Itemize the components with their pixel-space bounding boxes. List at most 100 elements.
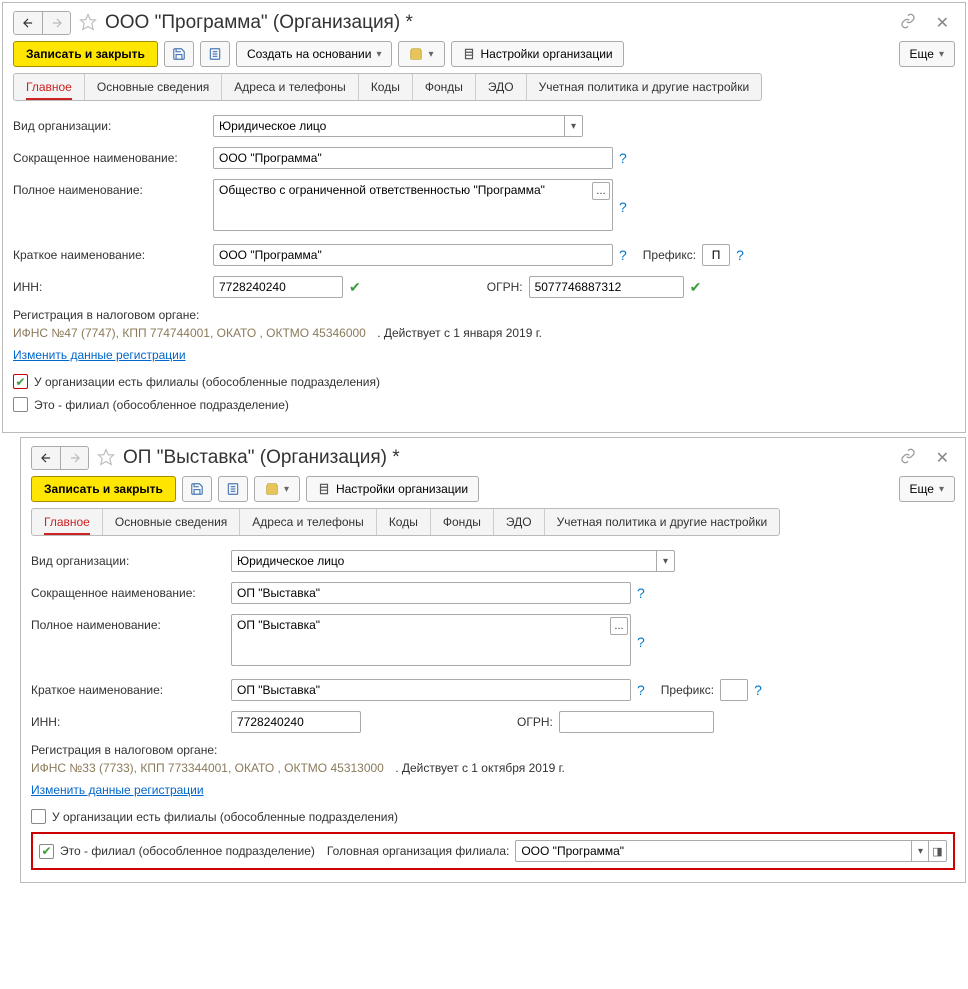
help-icon[interactable]: ? xyxy=(637,585,645,601)
list-button[interactable] xyxy=(218,476,248,502)
back-button[interactable] xyxy=(32,447,60,469)
tab-basic-info[interactable]: Основные сведения xyxy=(103,509,240,535)
has-branches-checkbox[interactable] xyxy=(31,809,46,824)
tab-accounting-policy[interactable]: Учетная политика и другие настройки xyxy=(527,74,762,100)
brief-name-input[interactable] xyxy=(231,679,631,701)
help-icon[interactable]: ? xyxy=(619,199,627,215)
chevron-down-icon[interactable]: ▾ xyxy=(656,551,674,571)
prefix-input[interactable] xyxy=(720,679,748,701)
short-name-input[interactable] xyxy=(231,582,631,604)
save-button[interactable] xyxy=(182,476,212,502)
check-icon: ✔ xyxy=(690,279,702,296)
brief-name-label: Краткое наименование: xyxy=(13,244,213,262)
is-branch-checkbox[interactable]: ✔ xyxy=(39,844,54,859)
org-type-select[interactable]: ▾ xyxy=(231,550,675,572)
inn-label: ИНН: xyxy=(31,711,231,729)
attach-button[interactable]: ▾ xyxy=(398,41,444,67)
tab-accounting-policy[interactable]: Учетная политика и другие настройки xyxy=(545,509,780,535)
change-registration-link[interactable]: Изменить данные регистрации xyxy=(31,783,204,797)
org-settings-button[interactable]: Настройки организации xyxy=(451,41,624,67)
save-and-close-button[interactable]: Записать и закрыть xyxy=(31,476,176,502)
org-type-input[interactable] xyxy=(219,119,560,133)
brief-name-input[interactable] xyxy=(213,244,613,266)
forward-button[interactable] xyxy=(42,12,70,34)
chevron-down-icon[interactable]: ▾ xyxy=(911,841,929,861)
full-name-textarea[interactable] xyxy=(231,614,631,666)
tax-reg-date: . Действует с 1 января 2019 г. xyxy=(377,326,542,340)
org-settings-button[interactable]: Настройки организации xyxy=(306,476,479,502)
parent-org-input[interactable] xyxy=(521,844,907,858)
help-icon[interactable]: ? xyxy=(637,634,645,650)
full-name-textarea[interactable] xyxy=(213,179,613,231)
inn-label: ИНН: xyxy=(13,276,213,294)
change-registration-link[interactable]: Изменить данные регистрации xyxy=(13,348,186,362)
help-icon[interactable]: ? xyxy=(754,682,762,698)
star-icon[interactable] xyxy=(97,448,115,469)
titlebar: ООО "Программа" (Организация) * ✕ xyxy=(13,11,955,35)
full-name-label: Полное наименование: xyxy=(31,614,231,632)
inn-input[interactable] xyxy=(231,711,361,733)
save-button[interactable] xyxy=(164,41,194,67)
window-organization-2: ОП "Выставка" (Организация) * ✕ Записать… xyxy=(20,437,966,883)
tab-codes[interactable]: Коды xyxy=(377,509,431,535)
link-icon[interactable] xyxy=(900,13,916,34)
more-button[interactable]: Еще▾ xyxy=(899,41,955,67)
forward-button[interactable] xyxy=(60,447,88,469)
tab-funds[interactable]: Фонды xyxy=(431,509,494,535)
is-branch-label: Это - филиал (обособленное подразделение… xyxy=(34,398,289,412)
short-name-label: Сокращенное наименование: xyxy=(31,582,231,600)
open-icon[interactable]: ◨ xyxy=(928,841,946,861)
org-type-select[interactable]: ▾ xyxy=(213,115,583,137)
list-button[interactable] xyxy=(200,41,230,67)
tab-edo[interactable]: ЭДО xyxy=(494,509,545,535)
help-icon[interactable]: ? xyxy=(619,150,627,166)
window-organization-1: ООО "Программа" (Организация) * ✕ Записа… xyxy=(2,2,966,433)
star-icon[interactable] xyxy=(79,13,97,34)
ogrn-input[interactable] xyxy=(529,276,684,298)
branch-row-highlighted: ✔ Это - филиал (обособленное подразделен… xyxy=(31,832,955,870)
is-branch-checkbox[interactable] xyxy=(13,397,28,412)
is-branch-label: Это - филиал (обособленное подразделение… xyxy=(60,844,315,858)
has-branches-label: У организации есть филиалы (обособленные… xyxy=(34,375,380,389)
prefix-label: Префикс: xyxy=(661,683,714,697)
ogrn-input[interactable] xyxy=(559,711,714,733)
prefix-label: Префикс: xyxy=(643,248,696,262)
link-icon[interactable] xyxy=(900,448,916,469)
ellipsis-button[interactable]: ... xyxy=(592,182,610,200)
toolbar: Записать и закрыть Создать на основании▾… xyxy=(13,41,955,67)
chevron-down-icon[interactable]: ▾ xyxy=(564,116,582,136)
tab-main[interactable]: Главное xyxy=(32,509,103,535)
help-icon[interactable]: ? xyxy=(637,682,645,698)
tab-addresses[interactable]: Адреса и телефоны xyxy=(222,74,359,100)
tax-reg-date: . Действует с 1 октября 2019 г. xyxy=(395,761,565,775)
help-icon[interactable]: ? xyxy=(619,247,627,263)
tab-addresses[interactable]: Адреса и телефоны xyxy=(240,509,377,535)
short-name-input[interactable] xyxy=(213,147,613,169)
ogrn-label: ОГРН: xyxy=(517,715,553,729)
close-button[interactable]: ✕ xyxy=(930,12,955,34)
tab-basic-info[interactable]: Основные сведения xyxy=(85,74,222,100)
tab-edo[interactable]: ЭДО xyxy=(476,74,527,100)
org-type-input[interactable] xyxy=(237,554,652,568)
window-controls: ✕ xyxy=(900,12,955,34)
prefix-input[interactable] xyxy=(702,244,730,266)
org-type-label: Вид организации: xyxy=(13,115,213,133)
back-button[interactable] xyxy=(14,12,42,34)
more-button[interactable]: Еще▾ xyxy=(899,476,955,502)
parent-org-select[interactable]: ▾ ◨ xyxy=(515,840,947,862)
tax-reg-info: ИФНС №47 (7747), КПП 774744001, ОКАТО , … xyxy=(13,326,366,340)
tax-reg-label: Регистрация в налоговом органе: xyxy=(13,308,955,322)
save-and-close-button[interactable]: Записать и закрыть xyxy=(13,41,158,67)
tab-main[interactable]: Главное xyxy=(14,74,85,100)
has-branches-checkbox[interactable]: ✔ xyxy=(13,374,28,389)
inn-input[interactable] xyxy=(213,276,343,298)
org-type-label: Вид организации: xyxy=(31,550,231,568)
tab-codes[interactable]: Коды xyxy=(359,74,413,100)
close-button[interactable]: ✕ xyxy=(930,447,955,469)
attach-button[interactable]: ▾ xyxy=(254,476,300,502)
tab-funds[interactable]: Фонды xyxy=(413,74,476,100)
ellipsis-button[interactable]: ... xyxy=(610,617,628,635)
create-based-on-button[interactable]: Создать на основании▾ xyxy=(236,41,393,67)
ogrn-label: ОГРН: xyxy=(487,280,523,294)
help-icon[interactable]: ? xyxy=(736,247,744,263)
